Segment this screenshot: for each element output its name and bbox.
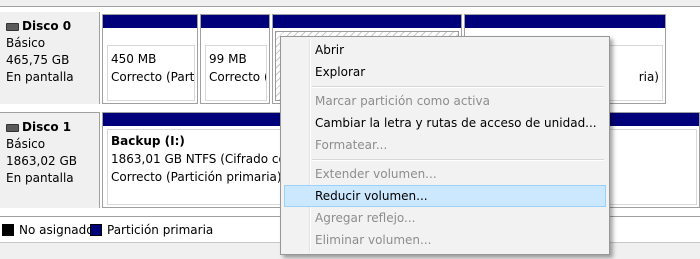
menu-item-extend-volume[interactable]: Extender volumen...: [284, 163, 606, 185]
disk-0-partition-1[interactable]: 450 MB Correcto (Partic: [102, 14, 198, 104]
menu-item-mark-active[interactable]: Marcar partición como activa: [284, 90, 606, 112]
menu-item-add-mirror[interactable]: Agregar reflejo...: [284, 207, 606, 229]
disk-1-size: 1863,02 GB: [6, 154, 77, 168]
partition-body: 99 MB Correcto (P: [205, 45, 267, 101]
partition-bar: [201, 15, 269, 28]
partition-bar: [103, 15, 197, 28]
disk-icon: [6, 22, 19, 31]
disk-1-type: Básico: [6, 137, 46, 151]
menu-item-delete-volume[interactable]: Eliminar volumen...: [284, 229, 606, 251]
top-divider: [0, 0, 700, 7]
disk-0-name: Disco 0: [22, 19, 72, 33]
partition-status: Correcto (Partic: [111, 70, 195, 84]
disk-0-partition-2[interactable]: 99 MB Correcto (P: [200, 14, 270, 104]
disk-icon: [6, 123, 19, 132]
menu-item-shrink-volume[interactable]: Reducir volumen...: [284, 185, 606, 207]
menu-item-format[interactable]: Formatear...: [284, 134, 606, 156]
disk-1-status: En pantalla: [6, 171, 74, 185]
disk-0-size: 465,75 GB: [6, 53, 70, 67]
legend-label-unallocated: No asignado: [19, 223, 94, 237]
context-menu: Abrir Explorar Marcar partición como act…: [280, 36, 610, 255]
disk-0-type: Básico: [6, 36, 46, 50]
menu-separator: [312, 159, 604, 161]
legend-primary: Partición primaria: [90, 223, 213, 237]
legend-swatch-unallocated: [2, 224, 14, 236]
menu-separator: [312, 86, 604, 88]
disk-0-name-row: Disco 0: [6, 18, 99, 35]
disk-0-info[interactable]: Disco 0 Básico 465,75 GB En pantalla: [0, 12, 100, 104]
menu-item-change-drive-letter[interactable]: Cambiar la letra y rutas de acceso de un…: [284, 112, 606, 134]
disk-0-status: En pantalla: [6, 70, 74, 84]
menu-item-explore[interactable]: Explorar: [284, 61, 606, 83]
partition-status: Correcto (P: [209, 70, 266, 84]
partition-body: 450 MB Correcto (Partic: [107, 45, 195, 101]
partition-bar: [465, 15, 665, 28]
disk-1-info[interactable]: Disco 1 Básico 1863,02 GB En pantalla: [0, 112, 100, 208]
legend-swatch-primary: [90, 224, 102, 236]
legend-label-primary: Partición primaria: [107, 223, 214, 237]
legend-unallocated: No asignado: [2, 223, 94, 237]
partition-size: 450 MB: [111, 52, 157, 66]
partition-size: 99 MB: [209, 52, 247, 66]
partition-bar: [273, 15, 461, 28]
disk-1-name-row: Disco 1: [6, 119, 99, 136]
disk-1-name: Disco 1: [22, 120, 72, 134]
menu-item-open[interactable]: Abrir: [284, 39, 606, 61]
